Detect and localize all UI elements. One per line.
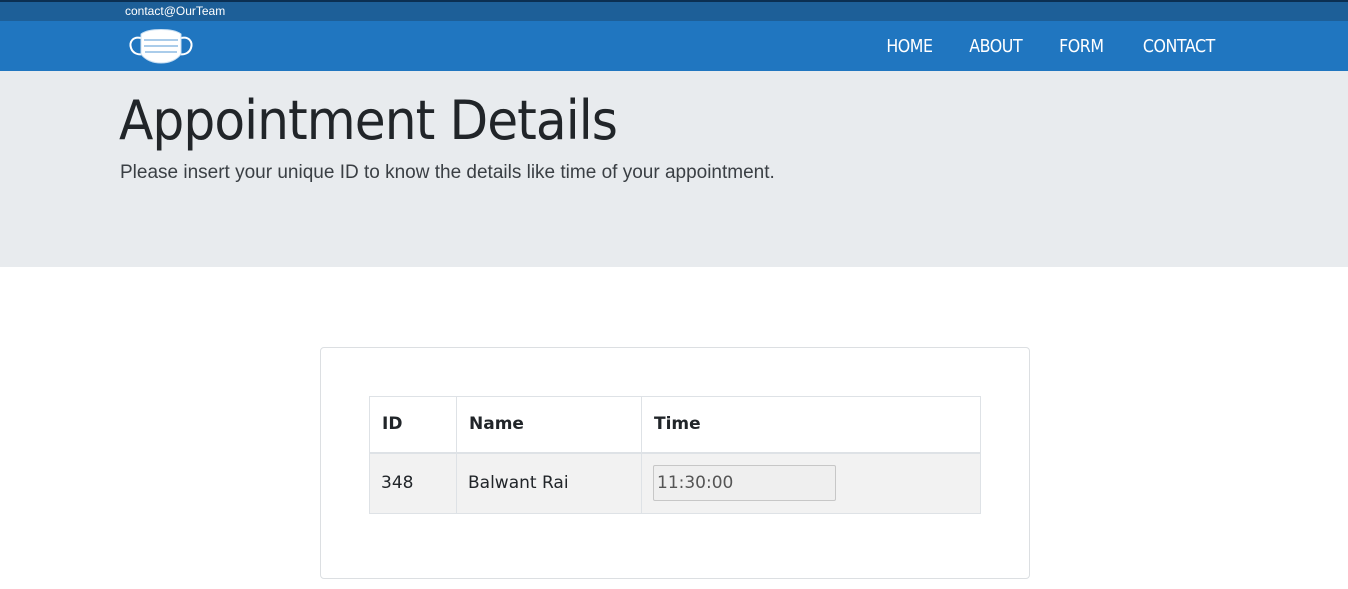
details-card: ID Name Time 348 Balwant Rai — [320, 347, 1030, 579]
column-header-time: Time — [641, 396, 981, 454]
nav-home[interactable]: HOME — [886, 36, 933, 57]
column-header-name: Name — [456, 396, 642, 454]
nav-about[interactable]: ABOUT — [970, 36, 1023, 57]
appointment-table: ID Name Time 348 Balwant Rai — [369, 396, 981, 514]
cell-time — [641, 452, 981, 514]
nav-contact[interactable]: CONTACT — [1143, 36, 1215, 57]
navbar: HOME ABOUT FORM CONTACT — [0, 21, 1348, 71]
contact-text: contact@OurTeam — [125, 4, 226, 18]
page-title: Appointment Details — [119, 89, 618, 152]
nav-form[interactable]: FORM — [1059, 36, 1104, 57]
table-row: 348 Balwant Rai — [369, 452, 981, 514]
header-jumbotron: Appointment Details Please insert your u… — [0, 71, 1348, 267]
face-mask-icon[interactable] — [127, 24, 195, 68]
nav-links: HOME ABOUT FORM CONTACT — [850, 21, 1215, 71]
table-header-row: ID Name Time — [369, 396, 981, 454]
column-header-id: ID — [369, 396, 457, 454]
cell-id: 348 — [369, 452, 457, 514]
time-field[interactable] — [653, 465, 836, 502]
cell-name: Balwant Rai — [456, 452, 642, 514]
page-lead: Please insert your unique ID to know the… — [120, 162, 775, 183]
top-contact-bar: contact@OurTeam — [0, 0, 1348, 21]
